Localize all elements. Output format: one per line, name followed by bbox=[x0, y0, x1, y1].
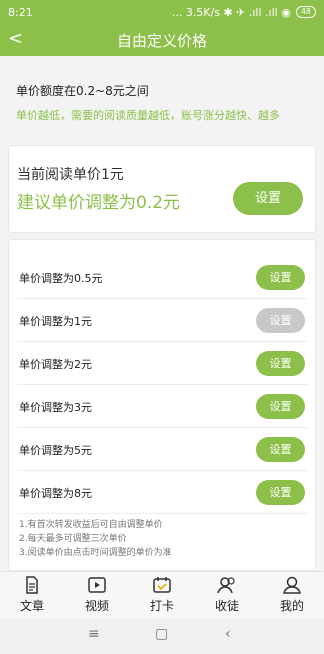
current-price-card: 当前阅读单价1元 建议单价调整为0.2元 设置 bbox=[9, 146, 315, 232]
set-price-button[interactable]: 设置 bbox=[256, 480, 305, 505]
note-line: 2.每天最多可调整三次单价 bbox=[19, 534, 127, 544]
checkin-icon bbox=[153, 577, 171, 593]
set-suggested-price-button[interactable]: 设置 bbox=[233, 182, 303, 215]
price-options-card: 单价调整为0.5元 设置 单价调整为1元 设置 单价调整为2元 设置 单价调整为… bbox=[9, 240, 315, 570]
article-icon bbox=[26, 576, 38, 594]
price-option-row: 单价调整为1元 设置 bbox=[17, 299, 307, 342]
apprentice-icon bbox=[217, 577, 235, 594]
tab-label: 我的 bbox=[279, 599, 304, 613]
range-prefix: 单价额度在 bbox=[16, 84, 77, 98]
status-indicators: ... 3.5K/s ✱ ✈ .ıll .ıll ◉ bbox=[171, 5, 291, 19]
home-icon[interactable]: ▢ bbox=[155, 626, 168, 642]
tab-article[interactable]: 文章 bbox=[12, 575, 52, 614]
page-title: 自由定义价格 bbox=[116, 32, 207, 50]
range-value: 0.2~8元 bbox=[76, 84, 125, 98]
note-line: 1.有首次转发收益后可自由调整单价 bbox=[19, 520, 163, 530]
tab-profile[interactable]: 我的 bbox=[272, 575, 312, 614]
set-price-button[interactable]: 设置 bbox=[256, 351, 305, 376]
tab-apprentice[interactable]: 收徒 bbox=[207, 575, 247, 614]
range-suffix: 之间 bbox=[124, 84, 149, 98]
back-icon[interactable]: ‹ bbox=[225, 626, 231, 642]
tab-checkin[interactable]: 打卡 bbox=[142, 575, 182, 614]
current-price-label: 当前阅读单价1元 bbox=[17, 167, 124, 183]
tab-label: 收徒 bbox=[214, 599, 239, 613]
menu-icon[interactable]: ≡ bbox=[88, 626, 100, 642]
set-price-button[interactable]: 设置 bbox=[256, 437, 305, 462]
tab-label: 打卡 bbox=[149, 599, 174, 613]
price-option-label: 单价调整为5元 bbox=[19, 444, 92, 457]
price-option-row: 单价调整为0.5元 设置 bbox=[17, 256, 307, 299]
price-option-label: 单价调整为1元 bbox=[19, 315, 92, 328]
bottom-tab-bar: 文章 视频 打卡 收徒 我的 bbox=[0, 571, 324, 619]
profile-icon bbox=[283, 576, 301, 594]
tab-label: 文章 bbox=[19, 599, 44, 613]
tab-video[interactable]: 视频 bbox=[77, 575, 117, 614]
price-option-label: 单价调整为8元 bbox=[19, 487, 92, 500]
price-option-row: 单价调整为8元 设置 bbox=[17, 471, 307, 514]
price-option-label: 单价调整为0.5元 bbox=[19, 272, 103, 285]
note-line: 3.阅读单价由点击时间调整的单价为准 bbox=[19, 548, 172, 558]
price-option-row: 单价调整为5元 设置 bbox=[17, 428, 307, 471]
system-nav-bar: ≡ ▢ ‹ bbox=[0, 618, 324, 654]
video-icon bbox=[88, 577, 106, 593]
battery-icon: 48 bbox=[295, 6, 316, 18]
price-hint: 单价越低，需要的阅读质量越低，账号涨分越快、越多 bbox=[16, 109, 280, 122]
rules-notes: 1.有首次转发收益后可自由调整单价 2.每天最多可调整三次单价 3.阅读单价由点… bbox=[19, 518, 172, 560]
price-range-info: 单价额度在0.2~8元之间 bbox=[16, 80, 316, 99]
tab-label: 视频 bbox=[84, 599, 109, 613]
set-price-button[interactable]: 设置 bbox=[256, 265, 305, 290]
set-price-button-disabled[interactable]: 设置 bbox=[256, 308, 305, 333]
status-icons: ... 3.5K/s ✱ ✈ .ıll .ıll ◉ 48 bbox=[172, 6, 316, 19]
price-option-label: 单价调整为3元 bbox=[19, 401, 92, 414]
price-option-label: 单价调整为2元 bbox=[19, 358, 92, 371]
status-time: 8:21 bbox=[8, 5, 33, 19]
set-price-button[interactable]: 设置 bbox=[256, 394, 305, 419]
status-bar: 8:21 ... 3.5K/s ✱ ✈ .ıll .ıll ◉ 48 bbox=[0, 0, 324, 24]
price-option-row: 单价调整为2元 设置 bbox=[17, 342, 307, 385]
price-option-row: 单价调整为3元 设置 bbox=[17, 385, 307, 428]
app-header: < 自由定义价格 bbox=[0, 24, 324, 56]
suggested-price-label: 建议单价调整为0.2元 bbox=[17, 193, 181, 213]
